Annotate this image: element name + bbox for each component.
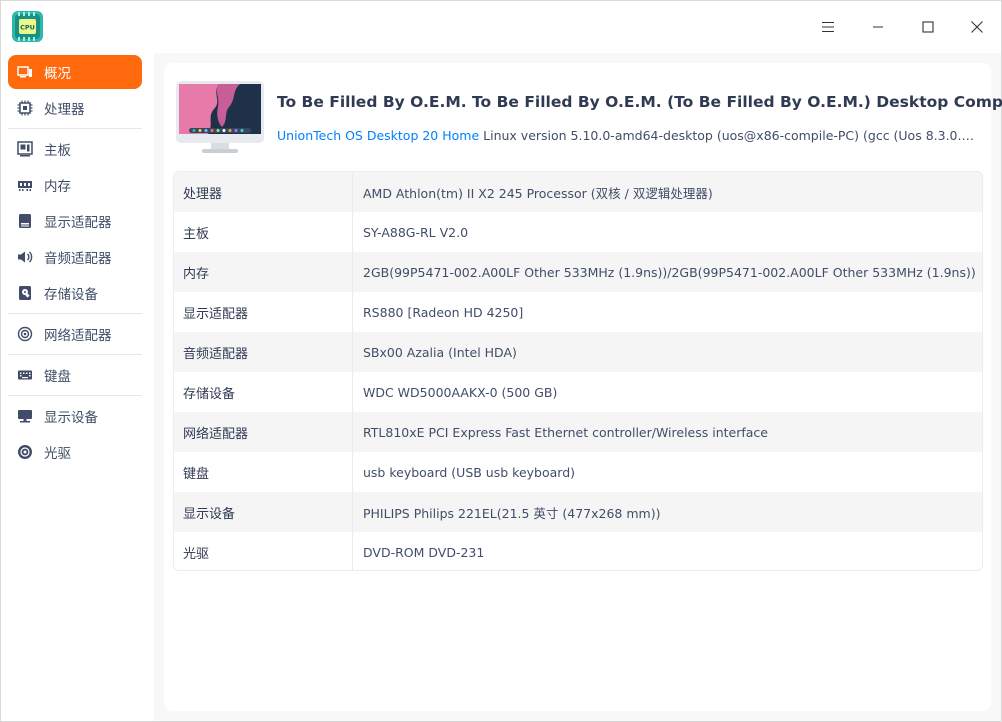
minimize-icon[interactable] [862,11,894,43]
row-key: 内存 [174,252,353,292]
row-key: 主板 [174,212,353,252]
table-row: 处理器 AMD Athlon(tm) II X2 245 Processor (… [174,172,982,212]
divider [8,128,142,129]
table-row: 键盘 usb keyboard (USB usb keyboard) [174,452,982,492]
row-value: RS880 [Radeon HD 4250] [363,304,524,320]
row-value: SBx00 Azalia (Intel HDA) [363,344,517,360]
sidebar-item-display-adapter[interactable]: 显示适配器 [8,204,142,238]
sidebar-item-label: 显示设备 [44,410,98,426]
sidebar: 概况 处理器 主板 内存 显示适配器 音频适配器 存储设备 网络适配器 键盘 显… [1,53,154,721]
row-key: 处理器 [174,172,353,212]
row-key: 显示设备 [174,492,353,532]
svg-text:CPU: CPU [20,24,35,32]
overview-table: 处理器 AMD Athlon(tm) II X2 245 Processor (… [173,171,983,571]
divider [8,313,142,314]
sidebar-item-overview[interactable]: 概况 [8,55,142,89]
sidebar-item-label: 存储设备 [44,287,98,303]
menu-icon[interactable] [812,11,844,43]
storage-icon [17,285,33,301]
row-value: usb keyboard (USB usb keyboard) [363,464,575,480]
cpu-chip-icon: CPU [12,11,43,42]
sidebar-item-memory[interactable]: 内存 [8,168,142,202]
table-row: 光驱 DVD-ROM DVD-231 [174,532,982,570]
cpu-icon [17,100,33,116]
page-title: To Be Filled By O.E.M. To Be Filled By O… [277,93,1002,111]
sidebar-item-label: 音频适配器 [44,251,112,267]
overview-icon [17,64,33,80]
motherboard-icon [17,141,33,157]
table-row: 存储设备 WDC WD5000AAKX-0 (500 GB) [174,372,982,412]
sidebar-item-monitor[interactable]: 显示设备 [8,399,142,433]
sidebar-item-label: 主板 [44,143,71,159]
divider [8,395,142,396]
row-value: RTL810xE PCI Express Fast Ethernet contr… [363,424,768,440]
sidebar-item-storage[interactable]: 存储设备 [8,276,142,310]
sidebar-item-cpu[interactable]: 处理器 [8,91,142,125]
title-bar: CPU [1,1,1001,53]
table-row: 显示适配器 RS880 [Radeon HD 4250] [174,292,982,332]
row-value: 2GB(99P5471-002.A00LF Other 533MHz (1.9n… [363,264,976,280]
row-key: 显示适配器 [174,292,353,332]
sidebar-item-label: 概况 [44,66,71,82]
sidebar-item-label: 光驱 [44,446,71,462]
desktop-computer-icon [174,79,266,159]
sidebar-item-label: 处理器 [44,102,85,118]
network-icon [17,326,33,342]
keyboard-icon [17,367,33,383]
row-value: AMD Athlon(tm) II X2 245 Processor (双核 /… [363,185,713,201]
kernel-info: Linux version 5.10.0-amd64-desktop (uos@… [483,128,981,143]
row-key: 音频适配器 [174,332,353,372]
sidebar-item-optical-drive[interactable]: 光驱 [8,435,142,469]
sidebar-item-label: 显示适配器 [44,215,112,231]
table-row: 主板 SY-A88G-RL V2.0 [174,212,982,252]
sidebar-item-keyboard[interactable]: 键盘 [8,358,142,392]
audio-icon [17,249,33,265]
sidebar-item-label: 网络适配器 [44,328,112,344]
close-icon[interactable] [961,11,993,43]
row-value: DVD-ROM DVD-231 [363,544,485,560]
row-value: SY-A88G-RL V2.0 [363,224,469,240]
os-info: UnionTech OS Desktop 20 Home Linux versi… [277,128,981,143]
table-row: 网络适配器 RTL810xE PCI Express Fast Ethernet… [174,412,982,452]
display-adapter-icon [17,213,33,229]
table-row: 音频适配器 SBx00 Azalia (Intel HDA) [174,332,982,372]
sidebar-item-label: 内存 [44,179,71,195]
divider [8,354,142,355]
sidebar-item-network[interactable]: 网络适配器 [8,317,142,351]
maximize-icon[interactable] [912,11,944,43]
os-name: UnionTech OS Desktop 20 Home [277,128,480,143]
row-key: 光驱 [174,532,353,570]
row-key: 键盘 [174,452,353,492]
app-window: CPU 概况 处理器 主板 内存 显示适配器 音频适配器 存储设备 网络适配器 … [0,0,1002,722]
row-key: 网络适配器 [174,412,353,452]
row-key: 存储设备 [174,372,353,412]
monitor-icon [17,408,33,424]
optical-drive-icon [17,444,33,460]
overview-panel: To Be Filled By O.E.M. To Be Filled By O… [164,63,1002,711]
memory-icon [17,177,33,193]
sidebar-item-audio[interactable]: 音频适配器 [8,240,142,274]
row-value: WDC WD5000AAKX-0 (500 GB) [363,384,558,400]
table-row: 显示设备 PHILIPS Philips 221EL(21.5 英寸 (477x… [174,492,982,532]
row-value: PHILIPS Philips 221EL(21.5 英寸 (477x268 m… [363,505,661,521]
table-row: 内存 2GB(99P5471-002.A00LF Other 533MHz (1… [174,252,982,292]
sidebar-item-motherboard[interactable]: 主板 [8,132,142,166]
sidebar-item-label: 键盘 [44,369,71,385]
